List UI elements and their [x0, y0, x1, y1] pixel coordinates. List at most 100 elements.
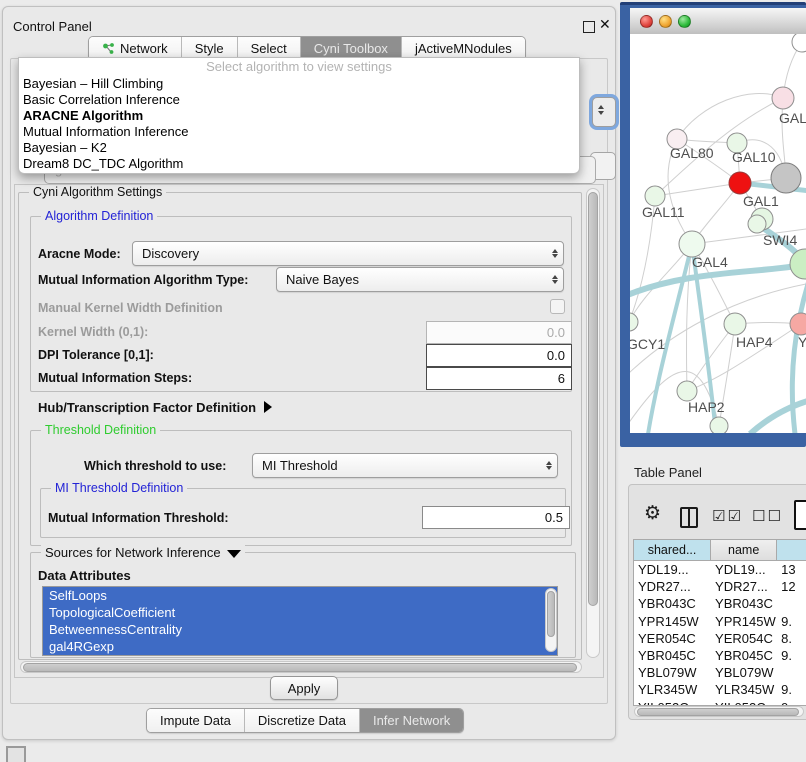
- which-threshold-combo[interactable]: MI Threshold: [252, 453, 558, 478]
- algorithm-dropdown-popup: Select algorithm to view settings Bayesi…: [18, 57, 580, 174]
- node-hap2[interactable]: [677, 381, 697, 401]
- node-gal1-selected[interactable]: [729, 172, 751, 194]
- hub-definition-label: Hub/Transcription Factor Definition: [38, 400, 256, 415]
- node-label: HAP4: [736, 334, 773, 350]
- algorithm-option[interactable]: Mutual Information Inference: [19, 124, 579, 140]
- cell-name: YLR345W: [711, 681, 777, 698]
- algorithm-option[interactable]: Dream8 DC_TDC Algorithm: [19, 156, 579, 172]
- algorithm-option-selected[interactable]: ARACNE Algorithm: [19, 108, 579, 124]
- mi-threshold-label: Mutual Information Threshold:: [48, 511, 229, 525]
- node-labels: GAL GAL80 GAL10 GAL1 GAL11 GAL4 SWI4 GCY…: [630, 110, 806, 415]
- which-threshold-value: MI Threshold: [253, 458, 541, 473]
- algorithm-combo-focus-ring[interactable]: [592, 97, 616, 127]
- combo-arrows-icon: [547, 249, 563, 258]
- dpi-tolerance-label: DPI Tolerance [0,1]:: [38, 348, 154, 362]
- node-gray[interactable]: [771, 163, 801, 193]
- table-row[interactable]: YLR345W YLR345W 9.: [634, 681, 806, 698]
- settings-vertical-scrollbar[interactable]: [586, 188, 600, 658]
- list-item[interactable]: TopologicalCoefficient: [43, 604, 557, 621]
- tab-infer-network[interactable]: Infer Network: [360, 709, 463, 732]
- new-table-icon[interactable]: [794, 500, 806, 530]
- network-window-titlebar[interactable]: [630, 8, 806, 35]
- network-tree-icon: [102, 42, 115, 55]
- table-row[interactable]: YBR045C YBR045C 9.: [634, 647, 806, 664]
- float-window-icon[interactable]: [583, 21, 595, 33]
- screen: Control Panel ✕ Network Style Select Cyn…: [0, 0, 806, 762]
- cell-name: YDR27...: [711, 578, 777, 595]
- cell-value: 9.: [777, 613, 806, 630]
- mi-algorithm-type-combo[interactable]: Naive Bayes: [276, 267, 564, 292]
- table-row[interactable]: YBL079W YBL079W: [634, 664, 806, 681]
- manual-kernel-checkbox[interactable]: [550, 299, 565, 314]
- node-label: GAL1: [743, 193, 779, 209]
- node[interactable]: [792, 34, 806, 52]
- sources-group-title[interactable]: Sources for Network Inference: [41, 545, 245, 560]
- network-canvas[interactable]: GAL GAL80 GAL10 GAL1 GAL11 GAL4 SWI4 GCY…: [630, 34, 806, 433]
- cyni-algorithm-settings-title: Cyni Algorithm Settings: [29, 185, 166, 199]
- column-header-name[interactable]: name: [711, 540, 777, 561]
- tab-network-label: Network: [120, 41, 168, 56]
- hub-definition-toggle[interactable]: Hub/Transcription Factor Definition: [38, 400, 272, 415]
- cell-shared: YPR145W: [634, 613, 711, 630]
- tab-discretize-data[interactable]: Discretize Data: [245, 709, 360, 732]
- table-header-row: shared... name: [634, 540, 806, 561]
- settings-horizontal-scrollbar[interactable]: [20, 661, 582, 673]
- algorithm-option[interactable]: Basic Correlation Inference: [19, 92, 579, 108]
- kernel-width-label: Kernel Width (0,1):: [38, 325, 148, 339]
- tab-impute-data[interactable]: Impute Data: [147, 709, 245, 732]
- close-icon[interactable]: ✕: [599, 16, 611, 33]
- algorithm-option[interactable]: Bayesian – K2: [19, 140, 579, 156]
- deselect-all-checkboxes-icon[interactable]: ☐☐: [752, 507, 783, 525]
- cell-value: 12: [777, 578, 806, 595]
- cyni-bottom-tabbar: Impute Data Discretize Data Infer Networ…: [146, 708, 464, 733]
- table-row[interactable]: YBR043C YBR043C: [634, 595, 806, 612]
- mi-steps-label: Mutual Information Steps:: [38, 371, 192, 385]
- aracne-mode-combo[interactable]: Discovery: [132, 241, 564, 266]
- table-horizontal-scrollbar[interactable]: [634, 706, 804, 717]
- dpi-tolerance-field[interactable]: 0.0: [426, 344, 572, 367]
- column-header-partial[interactable]: [777, 540, 806, 561]
- node[interactable]: [710, 417, 728, 433]
- node-label: Y: [798, 334, 806, 350]
- mi-threshold-field[interactable]: 0.5: [422, 506, 570, 529]
- column-header-shared[interactable]: shared...: [634, 540, 711, 561]
- table-row[interactable]: YPR145W YPR145W 9.: [634, 613, 806, 630]
- node-swi4[interactable]: [748, 215, 766, 233]
- tab-discretize-data-label: Discretize Data: [258, 713, 346, 728]
- node-hap4[interactable]: [724, 313, 746, 335]
- list-item[interactable]: SelfLoops: [43, 587, 557, 604]
- node-table: shared... name YDL19... YDL19... 13 YDR2…: [633, 539, 806, 706]
- close-traffic-light-icon[interactable]: [640, 15, 653, 28]
- data-attributes-list: SelfLoops TopologicalCoefficient Between…: [42, 586, 558, 656]
- cell-name: YDL19...: [711, 561, 777, 578]
- minimized-panel-icon[interactable]: [6, 746, 26, 762]
- cell-shared: YBR043C: [634, 595, 711, 612]
- gear-icon[interactable]: ⚙: [644, 502, 661, 525]
- node-salmon[interactable]: [790, 313, 806, 335]
- apply-button[interactable]: Apply: [270, 676, 338, 700]
- list-item[interactable]: BetweennessCentrality: [43, 621, 557, 638]
- column-layout-icon[interactable]: [680, 507, 698, 528]
- cell-shared: YLR345W: [634, 681, 711, 698]
- cell-name: YER054C: [711, 630, 777, 647]
- select-all-checkboxes-icon[interactable]: ☑☑: [712, 507, 743, 525]
- node-gcy1[interactable]: [630, 313, 638, 331]
- algorithm-option[interactable]: Bayesian – Hill Climbing: [19, 76, 579, 92]
- node-label: GAL10: [732, 149, 776, 165]
- node-gal[interactable]: [772, 87, 794, 109]
- teal-edges: [630, 183, 806, 433]
- list-vertical-scrollbar[interactable]: [545, 588, 557, 652]
- table-row[interactable]: YDR27... YDR27... 12: [634, 578, 806, 595]
- node-label: GCY1: [630, 336, 665, 352]
- minimize-traffic-light-icon[interactable]: [659, 15, 672, 28]
- table-row[interactable]: YER054C YER054C 8.: [634, 630, 806, 647]
- table-row[interactable]: YDL19... YDL19... 13: [634, 561, 806, 578]
- sources-title-label: Sources for Network Inference: [45, 545, 221, 560]
- list-item[interactable]: gal4RGexp: [43, 638, 557, 655]
- network-graph: GAL GAL80 GAL10 GAL1 GAL11 GAL4 SWI4 GCY…: [630, 34, 806, 433]
- mi-steps-field[interactable]: 6: [426, 367, 572, 390]
- node-gal11[interactable]: [645, 186, 665, 206]
- threshold-definition-title: Threshold Definition: [41, 423, 160, 437]
- zoom-traffic-light-icon[interactable]: [678, 15, 691, 28]
- table-row[interactable]: YIL052C YIL052C 9.: [634, 699, 806, 707]
